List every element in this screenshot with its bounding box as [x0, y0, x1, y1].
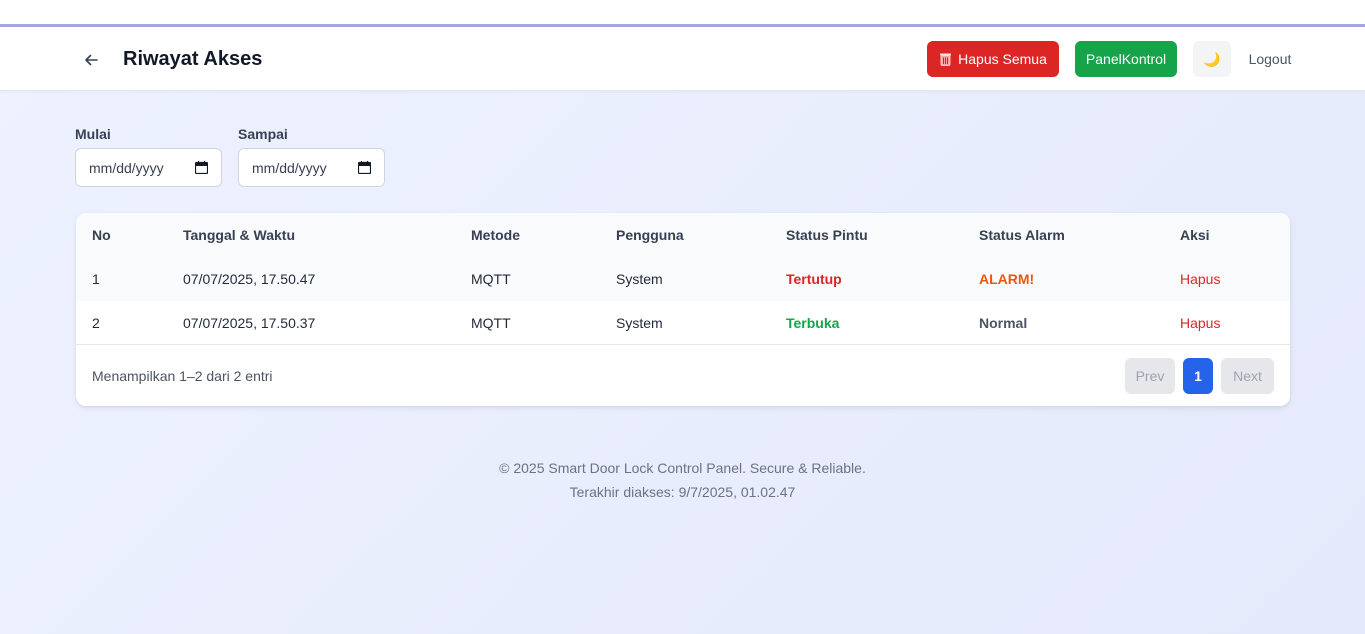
back-button[interactable]	[78, 47, 104, 73]
calendar-icon	[195, 161, 208, 174]
row-datetime: 07/07/2025, 17.50.37	[183, 315, 316, 331]
entries-summary: Menampilkan 1–2 dari 2 entri	[92, 368, 273, 384]
row-door-status: Terbuka	[786, 315, 840, 331]
row-user: System	[616, 315, 663, 331]
row-number: 2	[92, 315, 100, 331]
end-date-label: Sampai	[238, 126, 288, 142]
page-1-button[interactable]: 1	[1183, 358, 1213, 394]
column-header-action: Aksi	[1180, 227, 1210, 243]
row-method: MQTT	[471, 315, 511, 331]
start-date-placeholder: mm/dd/yyyy	[89, 159, 164, 176]
end-date-input[interactable]: mm/dd/yyyy	[238, 148, 385, 187]
column-header-datetime: Tanggal & Waktu	[183, 227, 295, 243]
access-history-table: No Tanggal & Waktu Metode Pengguna Statu…	[76, 213, 1290, 406]
start-date-label: Mulai	[75, 126, 111, 142]
control-panel-button[interactable]: PanelKontrol	[1075, 41, 1177, 77]
logout-button[interactable]: Logout	[1240, 41, 1300, 77]
column-header-method: Metode	[471, 227, 520, 243]
row-datetime: 07/07/2025, 17.50.47	[183, 271, 316, 287]
delete-all-button[interactable]: Hapus Semua	[927, 41, 1059, 77]
next-page-button[interactable]: Next	[1221, 358, 1274, 394]
app-header: Riwayat Akses Hapus Semua PanelKontrol 🌙…	[0, 27, 1365, 91]
calendar-icon	[358, 161, 371, 174]
start-date-filter: Mulai mm/dd/yyyy	[75, 126, 222, 187]
page-footer: © 2025 Smart Door Lock Control Panel. Se…	[0, 456, 1365, 504]
delete-row-link[interactable]: Hapus	[1180, 257, 1220, 301]
arrow-left-icon	[85, 54, 98, 66]
row-user: System	[616, 271, 663, 287]
column-header-door-status: Status Pintu	[786, 227, 868, 243]
moon-icon: 🌙	[1203, 50, 1221, 67]
end-date-placeholder: mm/dd/yyyy	[252, 159, 327, 176]
table-header: No Tanggal & Waktu Metode Pengguna Statu…	[76, 213, 1290, 257]
table-row: 1 07/07/2025, 17.50.47 MQTT System Tertu…	[76, 257, 1290, 301]
trash-icon	[940, 53, 952, 66]
last-access-text: Terakhir diakses: 9/7/2025, 01.02.47	[569, 484, 796, 500]
delete-all-label: Hapus Semua	[958, 51, 1047, 67]
column-header-user: Pengguna	[616, 227, 684, 243]
column-header-no: No	[92, 227, 111, 243]
row-door-status: Tertutup	[786, 271, 842, 287]
pagination-bar: Menampilkan 1–2 dari 2 entri Prev 1 Next	[76, 346, 1290, 406]
page-title: Riwayat Akses	[123, 48, 263, 70]
end-date-filter: Sampai mm/dd/yyyy	[238, 126, 385, 187]
theme-toggle-button[interactable]: 🌙	[1193, 41, 1231, 77]
row-alarm-status: ALARM!	[979, 271, 1035, 287]
delete-row-link[interactable]: Hapus	[1180, 301, 1220, 345]
start-date-input[interactable]: mm/dd/yyyy	[75, 148, 222, 187]
table-row: 2 07/07/2025, 17.50.37 MQTT System Terbu…	[76, 301, 1290, 345]
row-method: MQTT	[471, 271, 511, 287]
copyright-text: © 2025 Smart Door Lock Control Panel. Se…	[499, 460, 866, 476]
prev-page-button[interactable]: Prev	[1125, 358, 1175, 394]
row-alarm-status: Normal	[979, 315, 1028, 331]
column-header-alarm-status: Status Alarm	[979, 227, 1065, 243]
row-number: 1	[92, 271, 100, 287]
top-strip	[0, 0, 1365, 27]
